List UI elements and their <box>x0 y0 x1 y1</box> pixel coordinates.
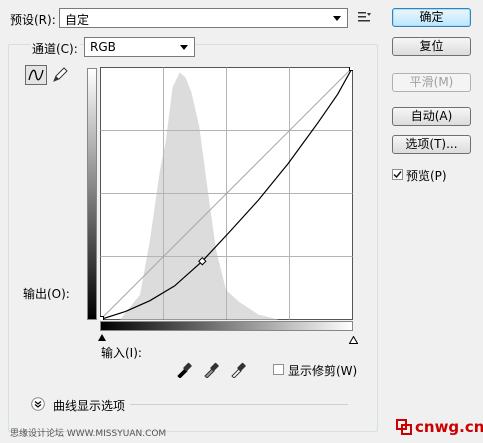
black-eyedropper-icon[interactable] <box>176 361 192 379</box>
white-eyedropper-icon[interactable] <box>230 361 246 379</box>
channel-dropdown[interactable]: RGB <box>84 37 195 57</box>
output-label: 输出(O): <box>23 287 70 301</box>
preview-checkbox[interactable] <box>392 169 403 180</box>
chevron-down-icon <box>180 45 188 50</box>
curve-graph[interactable] <box>97 64 356 323</box>
curve-control-point[interactable] <box>97 316 104 323</box>
input-gradient-bar <box>100 321 353 331</box>
options-divider <box>130 404 348 405</box>
preset-menu-icon[interactable] <box>358 11 372 23</box>
logo-icon <box>396 419 412 435</box>
expand-icon[interactable] <box>31 397 45 411</box>
preview-label[interactable]: 预览(P) <box>406 167 447 184</box>
options-button[interactable]: 选项(T)... <box>392 135 471 154</box>
channel-value: RGB <box>90 40 116 54</box>
show-clipping-checkbox[interactable] <box>273 364 284 375</box>
reset-button[interactable]: 复位 <box>392 37 471 56</box>
watermark-right: cnwg.cn <box>415 418 483 436</box>
curve-control-point[interactable] <box>349 64 356 71</box>
output-gradient-bar <box>87 68 97 320</box>
input-label: 输入(I): <box>101 346 142 360</box>
chevron-down-icon <box>333 16 341 21</box>
pencil-tool-icon[interactable] <box>51 66 69 84</box>
channel-label: 通道(C): <box>30 40 80 57</box>
preset-dropdown[interactable]: 自定 <box>59 8 348 28</box>
watermark-left: 思缘设计论坛 WWW.MISSYUAN.COM <box>10 429 167 439</box>
ok-button[interactable]: 确定 <box>392 8 471 27</box>
show-clipping-label[interactable]: 显示修剪(W) <box>288 362 357 379</box>
curve-display-options-label[interactable]: 曲线显示选项 <box>53 397 125 414</box>
black-point-slider[interactable] <box>98 334 106 341</box>
smooth-button[interactable]: 平滑(M) <box>392 73 471 92</box>
curve-tool-icon[interactable] <box>25 65 47 85</box>
gray-eyedropper-icon[interactable] <box>203 361 219 379</box>
preset-label: 预设(R): <box>10 13 56 27</box>
preset-value: 自定 <box>65 13 90 27</box>
auto-button[interactable]: 自动(A) <box>392 107 471 126</box>
